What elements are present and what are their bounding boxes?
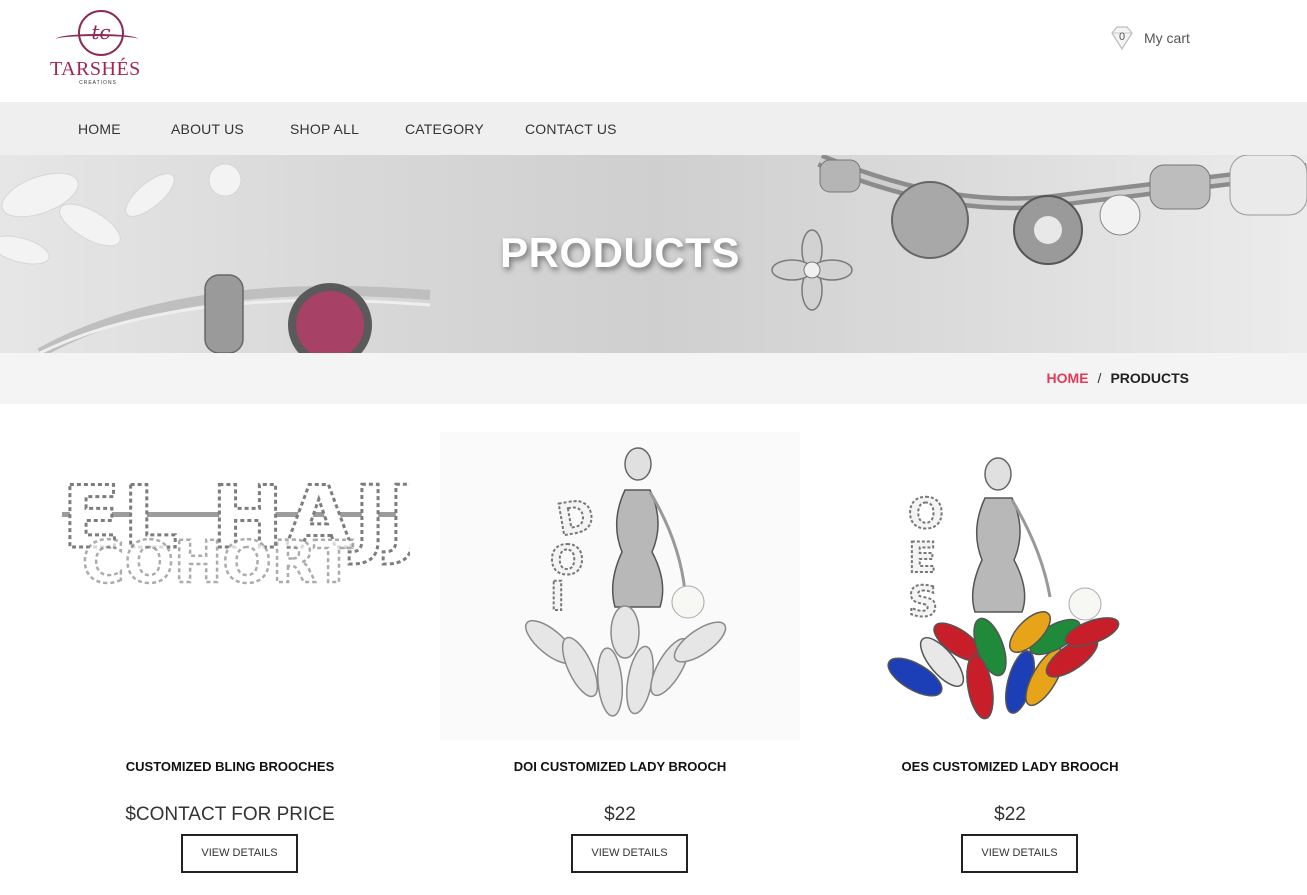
breadcrumb: HOME / PRODUCTS [1047, 370, 1189, 386]
site-header: tc TARSHÉS CREATIONS 0 My cart [0, 0, 1307, 102]
product-card: EL HAJJ COHORT CUSTOMIZED BLING BROOCHES… [50, 432, 410, 882]
product-name[interactable]: CUSTOMIZED BLING BROOCHES [50, 759, 410, 774]
cart-count: 0 [1118, 31, 1126, 43]
product-price: $CONTACT FOR PRICE [125, 804, 335, 825]
main-nav: HOME ABOUT US SHOP ALL CATEGORY CONTACT … [0, 102, 1307, 155]
product-name[interactable]: OES CUSTOMIZED LADY BROOCH [830, 759, 1190, 774]
svg-text:S: S [908, 577, 938, 626]
view-details-button[interactable]: VIEW DETAILS [961, 834, 1078, 873]
view-details-button[interactable]: VIEW DETAILS [181, 834, 298, 873]
view-details-button[interactable]: VIEW DETAILS [571, 834, 688, 873]
nav-category[interactable]: CATEGORY [405, 121, 484, 137]
breadcrumb-separator: / [1097, 370, 1102, 386]
breadcrumb-bar: HOME / PRODUCTS [0, 353, 1307, 404]
product-name[interactable]: DOI CUSTOMIZED LADY BROOCH [440, 759, 800, 774]
nav-contact-us[interactable]: CONTACT US [525, 121, 617, 137]
svg-text:I: I [550, 574, 565, 620]
svg-text:COHORT: COHORT [82, 528, 354, 596]
cart-link[interactable]: 0 My cart [1108, 24, 1190, 52]
product-price: $22 [604, 804, 636, 825]
cart-label[interactable]: My cart [1144, 30, 1190, 46]
product-image[interactable]: O E S [830, 432, 1190, 740]
product-price: $22 [994, 804, 1026, 825]
nav-shop-all[interactable]: SHOP ALL [290, 121, 359, 137]
brand-logo[interactable]: tc TARSHÉS CREATIONS [50, 8, 140, 88]
svg-text:O: O [908, 489, 944, 538]
nav-home[interactable]: HOME [78, 121, 121, 137]
logo-monogram: tc [91, 20, 111, 44]
nav-about-us[interactable]: ABOUT US [171, 121, 244, 137]
product-image[interactable]: EL HAJJ COHORT [50, 432, 410, 740]
product-card: O E S OES CUSTOMIZED LADY BROOCH $22 VIE… [830, 432, 1190, 882]
page-banner: PRODUCTS [0, 155, 1307, 353]
product-image[interactable]: D O I [440, 432, 800, 740]
logo-tagline: CREATIONS [79, 80, 117, 86]
logo-name: TARSHÉS [50, 58, 141, 80]
svg-text:E: E [908, 533, 937, 582]
page-title: PRODUCTS [500, 229, 740, 276]
breadcrumb-home[interactable]: HOME [1047, 370, 1089, 386]
breadcrumb-current: PRODUCTS [1110, 370, 1189, 386]
diamond-cart-icon: 0 [1108, 25, 1136, 51]
product-card: D O I DOI CUSTOMIZED LADY BROOCH $22 VIE… [440, 432, 800, 882]
